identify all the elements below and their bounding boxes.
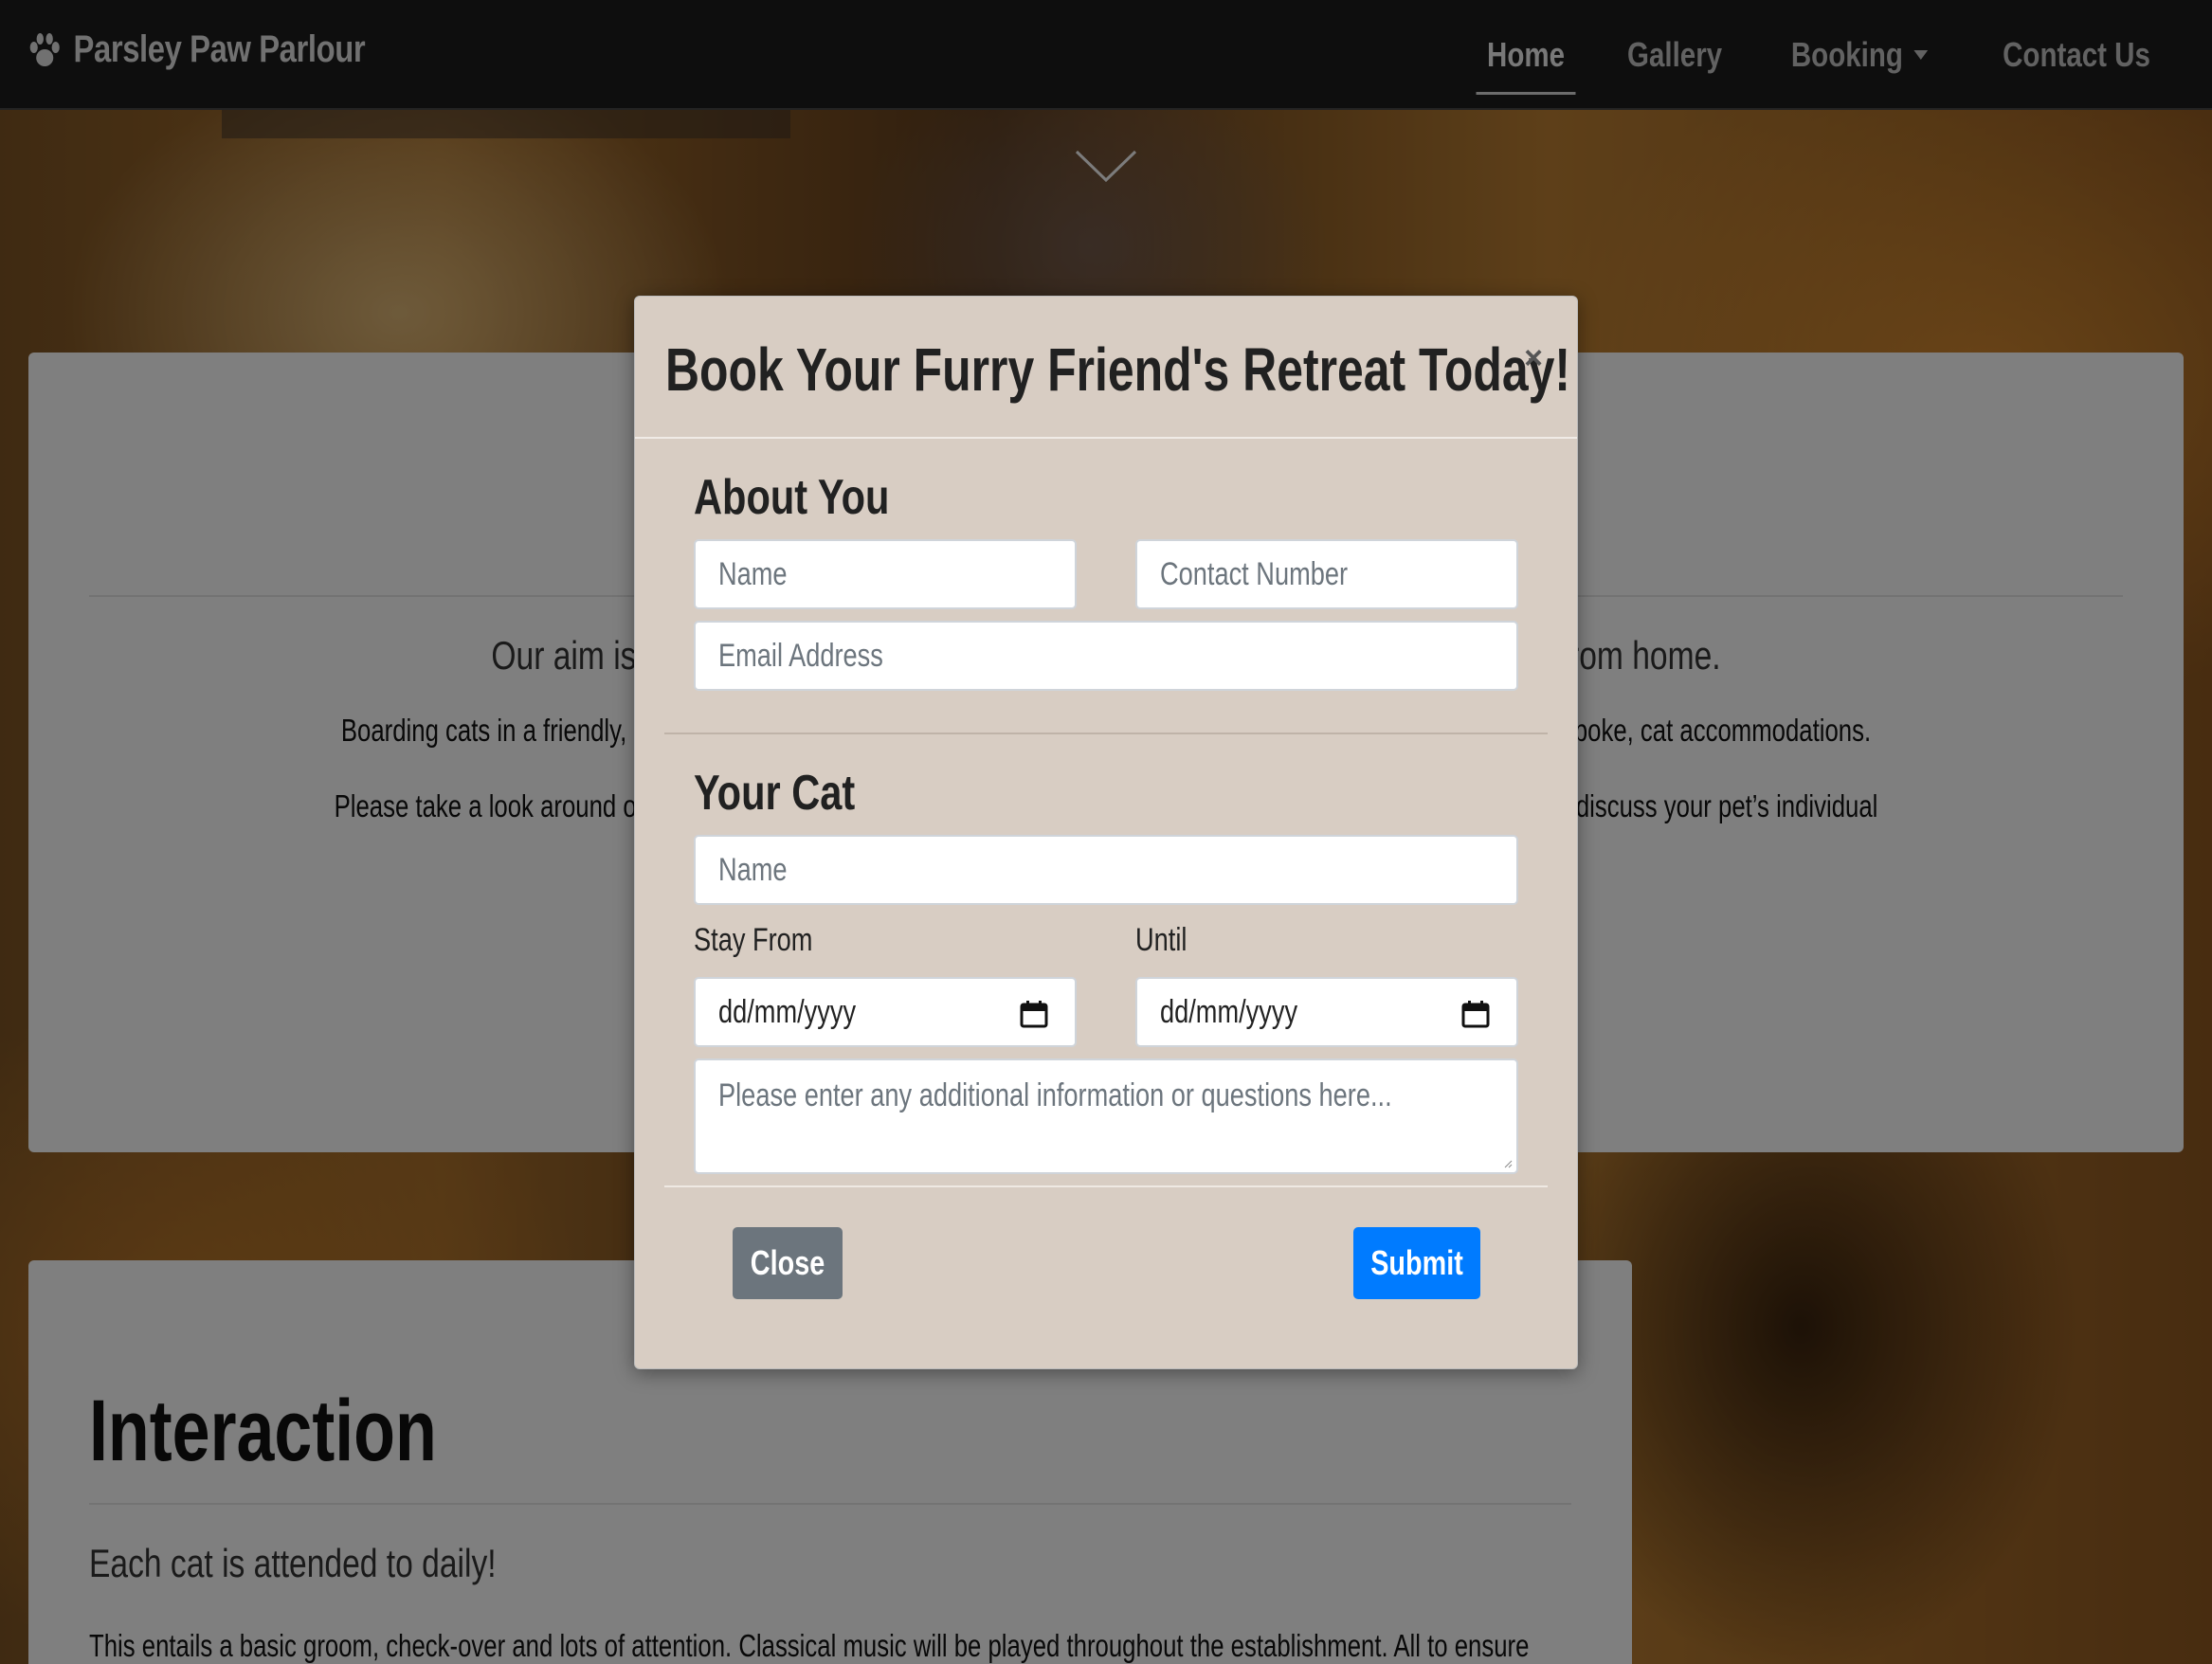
cat-name-placeholder: Name (718, 851, 788, 888)
close-icon[interactable]: × (1524, 340, 1543, 377)
email-placeholder: Email Address (718, 637, 883, 674)
your-cat-heading: Your Cat (694, 766, 856, 821)
about-you-heading: About You (694, 470, 890, 525)
contact-number-input[interactable]: Contact Number (1135, 539, 1518, 609)
stay-from-date-value: dd/mm/yyyy (718, 993, 857, 1030)
until-date-input[interactable]: dd/mm/yyyy (1135, 977, 1518, 1047)
owner-name-input[interactable]: Name (694, 539, 1077, 609)
owner-name-placeholder: Name (718, 555, 788, 592)
submit-button-label: Submit (1370, 1243, 1463, 1282)
cat-name-input[interactable]: Name (694, 835, 1518, 905)
footer-divider (664, 1185, 1548, 1187)
calendar-icon[interactable] (1020, 1000, 1048, 1028)
close-button[interactable]: Close (733, 1227, 843, 1299)
modal-header: Book Your Furry Friend's Retreat Today! … (635, 297, 1577, 439)
additional-info-placeholder: Please enter any additional information … (718, 1077, 1392, 1113)
booking-modal: Book Your Furry Friend's Retreat Today! … (634, 296, 1578, 1369)
submit-button[interactable]: Submit (1353, 1227, 1480, 1299)
stay-from-label: Stay From (694, 922, 813, 958)
resize-grip-icon[interactable] (1503, 1159, 1513, 1168)
until-label: Until (1135, 922, 1188, 958)
modal-title: Book Your Furry Friend's Retreat Today! (665, 335, 1570, 404)
section-divider (664, 733, 1548, 734)
calendar-icon[interactable] (1461, 1000, 1490, 1028)
additional-info-textarea[interactable]: Please enter any additional information … (694, 1058, 1518, 1174)
email-input[interactable]: Email Address (694, 621, 1518, 691)
until-date-value: dd/mm/yyyy (1160, 993, 1298, 1030)
close-button-label: Close (750, 1243, 825, 1282)
stay-from-date-input[interactable]: dd/mm/yyyy (694, 977, 1077, 1047)
contact-number-placeholder: Contact Number (1160, 555, 1349, 592)
